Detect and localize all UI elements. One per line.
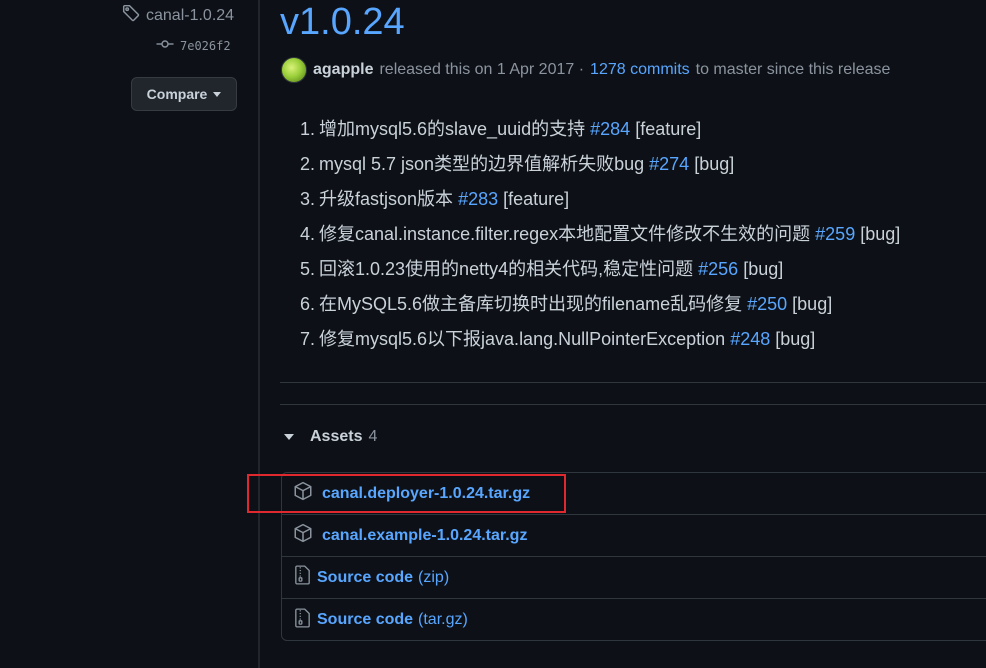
list-item: 2. mysql 5.7 json类型的边界值解析失败bug #274 [bug] <box>300 149 900 184</box>
note-text: 升级fastjson版本 <box>319 189 454 209</box>
item-number: 2. <box>300 154 316 174</box>
git-commit-icon <box>156 37 174 54</box>
release-title[interactable]: v1.0.24 <box>280 0 405 44</box>
item-number: 3. <box>300 189 316 209</box>
section-divider <box>280 404 986 405</box>
list-item: 4. 修复canal.instance.filter.regex本地配置文件修改不… <box>300 219 900 254</box>
note-text: 增加mysql5.6的slave_uuid的支持 <box>319 119 586 139</box>
commit-sha: 7e026f2 <box>180 38 231 53</box>
author-link[interactable]: agapple <box>313 61 373 79</box>
note-tag: [bug] <box>860 224 901 244</box>
highlight-annotation <box>247 474 566 513</box>
item-number: 7. <box>300 329 316 349</box>
note-text: 修复canal.instance.filter.regex本地配置文件修改不生效… <box>319 224 811 244</box>
assets-count: 4 <box>368 428 378 445</box>
list-item: 3. 升级fastjson版本 #283 [feature] <box>300 184 900 219</box>
tag-name: canal-1.0.24 <box>146 6 235 24</box>
asset-row[interactable]: Source code (zip) <box>282 557 986 599</box>
issue-link[interactable]: #284 <box>590 119 630 139</box>
issue-link[interactable]: #248 <box>730 329 770 349</box>
note-tag: [bug] <box>775 329 816 349</box>
assets-toggle[interactable]: Assets 4 <box>284 428 377 446</box>
list-item: 7. 修复mysql5.6以下报java.lang.NullPointerExce… <box>300 324 900 359</box>
asset-row[interactable]: Source code (tar.gz) <box>282 599 986 641</box>
issue-link[interactable]: #250 <box>747 294 787 314</box>
asset-row[interactable]: canal.example-1.0.24.tar.gz <box>282 515 986 557</box>
note-tag: [feature] <box>503 189 570 209</box>
release-page: canal-1.0.24 7e026f2 Compare v1.0.24 aga… <box>0 0 986 668</box>
asset-link[interactable]: canal.example-1.0.24.tar.gz <box>322 527 527 545</box>
released-text: released this on 1 Apr 2017 · <box>379 61 585 78</box>
release-commit[interactable]: 7e026f2 <box>156 37 231 54</box>
issue-link[interactable]: #256 <box>698 259 738 279</box>
item-number: 5. <box>300 259 316 279</box>
item-number: 4. <box>300 224 316 244</box>
release-notes-list: 1. 增加mysql5.6的slave_uuid的支持 #284 [feature… <box>300 114 900 359</box>
list-item: 1. 增加mysql5.6的slave_uuid的支持 #284 [feature… <box>300 114 900 149</box>
note-tag: [bug] <box>694 154 735 174</box>
column-divider <box>258 0 260 668</box>
release-byline: agapple released this on 1 Apr 2017 · 12… <box>281 57 890 83</box>
release-tag[interactable]: canal-1.0.24 <box>122 4 234 27</box>
compare-label: Compare <box>146 86 208 102</box>
avatar[interactable] <box>281 57 307 83</box>
item-number: 1. <box>300 119 316 139</box>
compare-button[interactable]: Compare <box>131 77 237 111</box>
issue-link[interactable]: #283 <box>458 189 498 209</box>
list-item: 6. 在MySQL5.6做主备库切换时出现的filename乱码修复 #250 [… <box>300 289 900 324</box>
issue-link[interactable]: #274 <box>649 154 689 174</box>
archive-format: (zip) <box>418 568 450 586</box>
file-zip-icon <box>293 607 312 633</box>
note-text: 在MySQL5.6做主备库切换时出现的filename乱码修复 <box>319 294 743 314</box>
note-tag: [bug] <box>743 259 784 279</box>
source-code-link[interactable]: Source code <box>317 611 413 629</box>
note-tag: [bug] <box>792 294 833 314</box>
archive-format: (tar.gz) <box>418 611 468 628</box>
caret-down-icon <box>213 91 222 97</box>
note-text: 回滚1.0.23使用的netty4的相关代码,稳定性问题 <box>319 259 694 279</box>
note-tag: [feature] <box>635 119 702 139</box>
package-icon <box>293 523 313 548</box>
issue-link[interactable]: #259 <box>815 224 855 244</box>
source-code-link[interactable]: Source code <box>317 569 413 587</box>
note-text: 修复mysql5.6以下报java.lang.NullPointerExcept… <box>319 329 726 349</box>
file-zip-icon <box>293 565 312 590</box>
note-text: mysql 5.7 json类型的边界值解析失败bug <box>319 154 645 174</box>
item-number: 6. <box>300 294 316 314</box>
section-divider <box>280 382 986 383</box>
tag-icon <box>122 4 140 27</box>
release-meta-sidebar: canal-1.0.24 7e026f2 Compare <box>0 0 258 668</box>
commits-link[interactable]: 1278 commits <box>590 61 690 79</box>
assets-label: Assets <box>310 428 363 445</box>
commits-suffix: to master since this release <box>695 61 891 78</box>
list-item: 5. 回滚1.0.23使用的netty4的相关代码,稳定性问题 #256 [bug… <box>300 254 900 289</box>
triangle-down-icon <box>284 434 294 440</box>
